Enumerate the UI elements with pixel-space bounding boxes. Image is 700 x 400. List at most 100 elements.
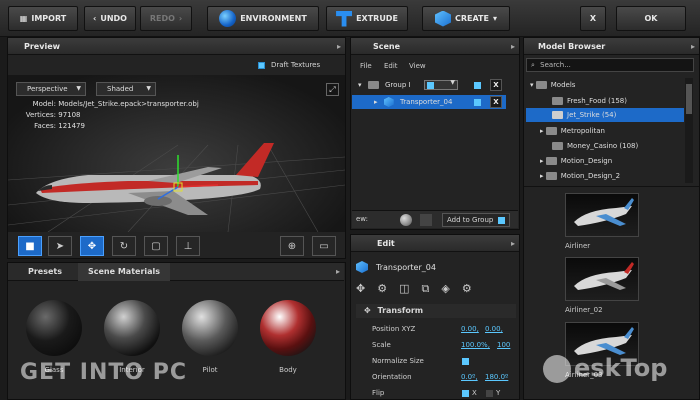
scene-menu-file[interactable]: File <box>360 62 372 70</box>
draft-textures-checkbox[interactable] <box>258 61 265 69</box>
cube-outline-icon[interactable]: ◫ <box>399 282 409 300</box>
scene-menu-view[interactable]: View <box>409 62 426 70</box>
environment-button[interactable]: ENVIRONMENT <box>207 6 319 31</box>
import-icon: ▦ <box>19 14 28 23</box>
scale-y-value[interactable]: 100 <box>497 341 510 349</box>
axis-tool-icon[interactable]: ⊥ <box>176 236 200 256</box>
import-button[interactable]: ▦ IMPORT <box>8 6 78 31</box>
chevron-down-icon: ▼ <box>146 85 151 92</box>
create-button[interactable]: CREATE ▾ <box>422 6 510 31</box>
thumb-airliner-02[interactable] <box>565 257 639 301</box>
scene-panel: Scene ▸ <box>350 37 520 230</box>
add-to-group-label: Add to Group <box>447 216 494 224</box>
scene-title: Scene <box>351 38 519 55</box>
move-tool-icon: ✥ <box>364 306 371 315</box>
group-color-select[interactable]: ▼ <box>424 79 458 90</box>
panel-menu-arrow-icon[interactable]: ▸ <box>511 38 515 55</box>
tree-item-fresh-food[interactable]: Fresh_Food (158) <box>552 94 627 108</box>
flip-x-checkbox[interactable] <box>462 390 469 397</box>
scene-view-label: ew: <box>356 215 369 223</box>
camera-mode-select[interactable]: Perspective ▼ <box>16 82 86 96</box>
flip-x-label: X <box>472 389 477 397</box>
visibility-toggle[interactable] <box>474 82 481 89</box>
sphere-view-icon[interactable] <box>400 214 412 226</box>
gears-icon[interactable]: ⚙ <box>377 282 387 300</box>
flip-y-checkbox[interactable] <box>486 390 493 397</box>
move-tool-icon[interactable]: ✥ <box>80 236 104 256</box>
material-interior-preview[interactable] <box>104 300 160 356</box>
material-icon[interactable]: ◈ <box>441 282 449 300</box>
import-label: IMPORT <box>31 14 67 23</box>
material-glass-preview[interactable] <box>26 300 82 356</box>
material-pilot-preview[interactable] <box>182 300 238 356</box>
preview-title-text: Preview <box>24 42 61 51</box>
add-to-group-button[interactable]: Add to Group <box>442 213 510 227</box>
search-input[interactable]: ⌕ Search... <box>526 58 694 72</box>
maximize-icon[interactable]: ⤢ <box>326 83 339 96</box>
scene-footer: ew: Add to Group <box>352 210 518 228</box>
tree-item-money-casino[interactable]: Money_Casino (108) <box>552 139 638 153</box>
panel-menu-arrow-icon[interactable]: ▸ <box>511 235 515 252</box>
tree-item-motion-design-2[interactable]: ▸ Motion_Design_2 <box>540 169 620 183</box>
scrollbar-thumb[interactable] <box>686 84 692 114</box>
orientation-x-value[interactable]: 0.0º, <box>461 373 478 381</box>
panel-menu-arrow-icon[interactable]: ▸ <box>336 263 340 280</box>
delete-group-button[interactable]: X <box>490 79 502 91</box>
camera-tool-icon[interactable]: ■ <box>18 236 42 256</box>
delete-item-button[interactable]: X <box>490 96 502 108</box>
panel-menu-arrow-icon[interactable]: ▸ <box>691 38 695 55</box>
material-body-preview[interactable] <box>260 300 316 356</box>
select-arrow-icon[interactable]: ➤ <box>48 236 72 256</box>
undo-arrow-icon: ‹ <box>93 14 97 23</box>
tree-item-metropolitan[interactable]: ▸ Metropolitan <box>540 124 605 138</box>
layers-icon[interactable]: ⧉ <box>422 282 430 300</box>
tab-scene-materials[interactable]: Scene Materials <box>78 263 171 281</box>
shading-mode-select[interactable]: Shaded ▼ <box>96 82 156 96</box>
scale-x-value[interactable]: 100.0%, <box>461 341 490 349</box>
scale-label: Scale <box>372 341 391 349</box>
position-y-value[interactable]: 0.00, <box>485 325 503 333</box>
scene-menu-edit[interactable]: Edit <box>384 62 398 70</box>
redo-button[interactable]: REDO › <box>140 6 192 31</box>
add-to-group-checkbox[interactable] <box>498 217 505 224</box>
edit-object-header: Transporter_04 <box>356 261 436 273</box>
scale-tool-icon[interactable]: ▢ <box>144 236 168 256</box>
tree-item-jet-strike[interactable]: Jet_Strike (54) <box>526 108 684 122</box>
close-button[interactable]: X <box>580 6 606 31</box>
model-browser-title: Model Browser <box>524 38 699 55</box>
top-toolbar: ▦ IMPORT ‹ UNDO REDO › ENVIRONMENT EXTRU… <box>0 0 700 37</box>
3d-viewport[interactable] <box>8 75 345 232</box>
ok-button[interactable]: OK <box>616 6 686 31</box>
tree-item-label: Metropolitan <box>560 127 605 135</box>
folder-icon <box>367 81 379 89</box>
expand-arrow-icon[interactable]: ▸ <box>374 98 378 106</box>
grid-floor <box>8 143 345 232</box>
folder-icon <box>535 81 547 89</box>
tree-item-models[interactable]: ▾ Models <box>530 78 575 92</box>
monitor-icon[interactable]: ▭ <box>312 236 336 256</box>
tree-item-label: Motion_Design_2 <box>560 172 621 180</box>
visibility-toggle[interactable] <box>474 99 481 106</box>
move-tool-icon[interactable]: ✥ <box>356 282 365 300</box>
expand-arrow-icon[interactable]: ▾ <box>358 81 362 89</box>
undo-button[interactable]: ‹ UNDO <box>84 6 136 31</box>
normalize-size-checkbox[interactable] <box>462 358 469 365</box>
panel-menu-arrow-icon[interactable]: ▸ <box>337 38 341 55</box>
orientation-y-value[interactable]: 180.0º <box>485 373 508 381</box>
transform-section-header[interactable]: ✥ Transform <box>356 304 516 318</box>
rotate-tool-icon[interactable]: ↻ <box>112 236 136 256</box>
texture-view-icon[interactable] <box>420 214 432 226</box>
tab-presets[interactable]: Presets <box>18 263 72 281</box>
draft-textures-toggle[interactable]: Draft Textures <box>258 61 320 69</box>
scene-item-row[interactable]: ▸ Transporter_04 <box>352 95 506 109</box>
airplane-icon <box>574 262 634 290</box>
target-icon[interactable]: ⊕ <box>280 236 304 256</box>
tree-scrollbar[interactable] <box>685 78 693 183</box>
extrude-button[interactable]: EXTRUDE <box>326 6 408 31</box>
position-x-value[interactable]: 0.00, <box>461 325 479 333</box>
tree-item-motion-design[interactable]: ▸ Motion_Design <box>540 154 612 168</box>
thumb-airliner[interactable] <box>565 193 639 237</box>
expand-arrow-icon: ▸ <box>540 127 544 135</box>
gear-icon[interactable]: ⚙ <box>462 282 472 300</box>
extrude-label: EXTRUDE <box>356 14 398 23</box>
